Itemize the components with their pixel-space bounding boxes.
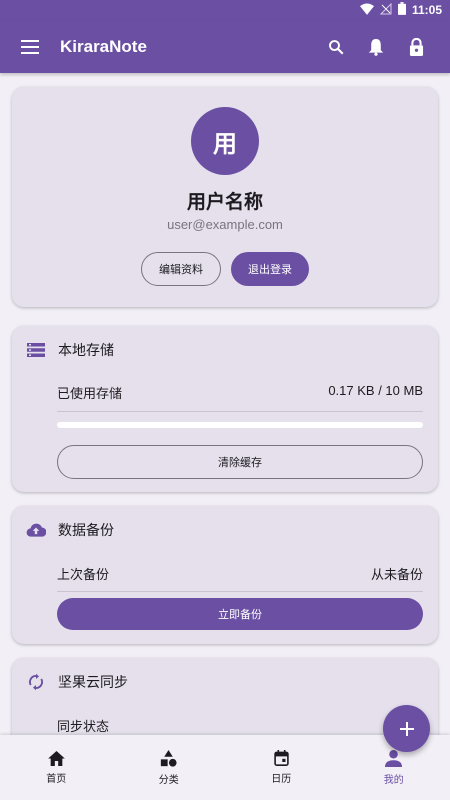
person-icon <box>385 749 403 767</box>
search-icon <box>329 39 344 54</box>
app-title: KiraraNote <box>60 36 147 56</box>
no-signal-icon <box>379 2 392 18</box>
lock-icon <box>409 37 423 56</box>
plus-icon <box>399 721 414 736</box>
storage-icon <box>26 340 46 360</box>
username: 用户名称 <box>186 191 263 213</box>
app-bar: KiraraNote <box>0 20 450 73</box>
divider <box>57 411 423 412</box>
wifi-icon <box>359 2 374 18</box>
sync-title: 坚果云同步 <box>58 675 128 691</box>
content-area[interactable]: 用 用户名称 user@example.com 编辑资料 退出登录 本地存储 已… <box>0 73 450 735</box>
cloud-sync-card: 坚果云同步 同步状态 <box>12 658 438 735</box>
sync-status-label: 同步状态 <box>57 720 110 735</box>
status-bar: 11:05 <box>0 0 450 20</box>
menu-button[interactable] <box>14 31 46 63</box>
last-backup-value: 从未备份 <box>370 568 423 583</box>
nav-label-home: 首页 <box>46 773 67 785</box>
nav-item-category[interactable]: 分类 <box>113 735 226 800</box>
storage-title: 本地存储 <box>58 343 114 359</box>
sync-icon <box>26 672 46 692</box>
backup-now-button[interactable]: 立即备份 <box>57 598 423 630</box>
home-icon <box>47 750 65 766</box>
bottom-navigation: 首页 分类 日历 我的 <box>0 735 450 800</box>
cloud-upload-icon <box>26 520 46 540</box>
calendar-icon <box>274 750 289 766</box>
category-icon <box>161 749 177 767</box>
lock-button[interactable] <box>396 27 436 67</box>
add-fab-button[interactable] <box>383 705 430 752</box>
nav-item-home[interactable]: 首页 <box>0 735 113 800</box>
user-email: user@example.com <box>167 217 283 232</box>
local-storage-card: 本地存储 已使用存储 0.17 KB / 10 MB 清除缓存 <box>12 326 438 492</box>
storage-used-value: 0.17 KB / 10 MB <box>328 383 423 398</box>
edit-profile-button[interactable]: 编辑资料 <box>141 252 221 286</box>
storage-usage-row: 已使用存储 0.17 KB / 10 MB <box>57 383 423 402</box>
nav-label-calendar: 日历 <box>271 774 292 785</box>
nav-label-profile: 我的 <box>383 774 404 786</box>
status-time: 11:05 <box>411 3 442 17</box>
notifications-button[interactable] <box>356 27 396 67</box>
storage-progress-bar <box>57 422 423 428</box>
sync-status-row: 同步状态 <box>57 716 423 735</box>
data-backup-card: 数据备份 上次备份 从未备份 立即备份 <box>12 506 438 644</box>
menu-icon <box>21 39 39 54</box>
nav-item-calendar[interactable]: 日历 <box>225 735 338 800</box>
storage-used-label: 已使用存储 <box>57 387 123 402</box>
backup-title: 数据备份 <box>58 523 114 539</box>
battery-icon <box>397 2 406 18</box>
bell-icon <box>368 38 384 56</box>
nav-label-category: 分类 <box>158 774 179 786</box>
search-button[interactable] <box>316 27 356 67</box>
divider <box>57 591 423 592</box>
clear-cache-button[interactable]: 清除缓存 <box>57 445 423 479</box>
last-backup-label: 上次备份 <box>57 568 110 583</box>
profile-card: 用 用户名称 user@example.com 编辑资料 退出登录 <box>12 87 438 307</box>
avatar: 用 <box>191 107 259 175</box>
logout-button[interactable]: 退出登录 <box>231 252 309 286</box>
last-backup-row: 上次备份 从未备份 <box>57 564 423 583</box>
